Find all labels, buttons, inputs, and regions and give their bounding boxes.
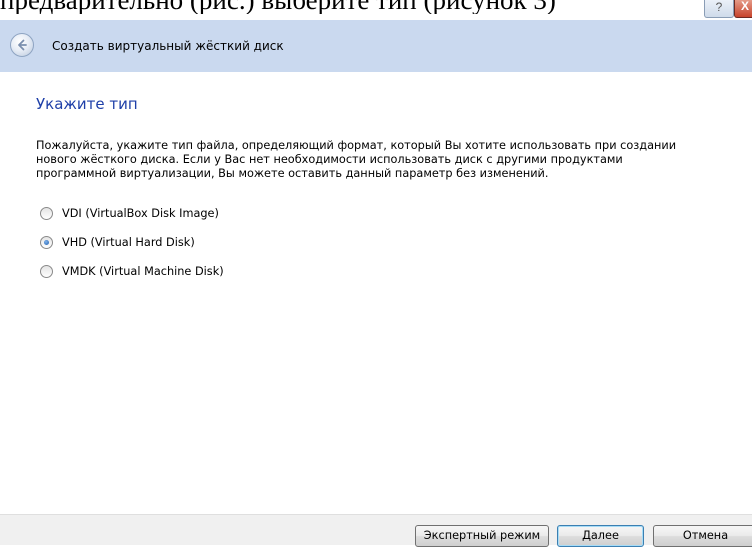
help-button[interactable]: ? (704, 0, 734, 18)
page-description: Пожалуйста, укажите тип файла, определяю… (36, 139, 752, 181)
button-bar: Экспертный режим Далее Отмена (0, 514, 752, 547)
back-arrow-icon (18, 39, 27, 51)
option-label-vhd: VHD (Virtual Hard Disk) (62, 235, 195, 249)
close-button[interactable]: X (734, 0, 752, 18)
option-label-vmdk: VMDK (Virtual Machine Disk) (62, 264, 224, 278)
description-line: программной виртуализации, Вы можете ост… (36, 167, 549, 180)
wizard-page: Укажите тип Пожалуйста, укажите тип файл… (0, 72, 752, 514)
back-button[interactable] (10, 33, 34, 57)
create-virtual-disk-dialog: ? X Создать виртуальный жёсткий диск Ука… (0, 0, 752, 547)
option-vhd[interactable]: VHD (Virtual Hard Disk) (40, 234, 195, 250)
page-title: Укажите тип (36, 95, 138, 113)
next-button[interactable]: Далее (557, 525, 644, 547)
option-vdi[interactable]: VDI (VirtualBox Disk Image) (40, 205, 219, 221)
expert-mode-button[interactable]: Экспертный режим (415, 525, 549, 547)
wizard-title: Создать виртуальный жёсткий диск (52, 39, 284, 53)
option-vmdk[interactable]: VMDK (Virtual Machine Disk) (40, 263, 224, 279)
description-line: нового жёсткого диска. Если у Вас нет не… (36, 153, 623, 166)
option-label-vdi: VDI (VirtualBox Disk Image) (62, 206, 219, 220)
radio-vmdk[interactable] (40, 264, 53, 278)
radio-vdi[interactable] (40, 206, 53, 220)
wizard-header: Создать виртуальный жёсткий диск (0, 20, 752, 72)
radio-vhd[interactable] (40, 235, 53, 249)
description-line: Пожалуйста, укажите тип файла, определяю… (36, 139, 677, 152)
cancel-button[interactable]: Отмена (653, 525, 752, 547)
